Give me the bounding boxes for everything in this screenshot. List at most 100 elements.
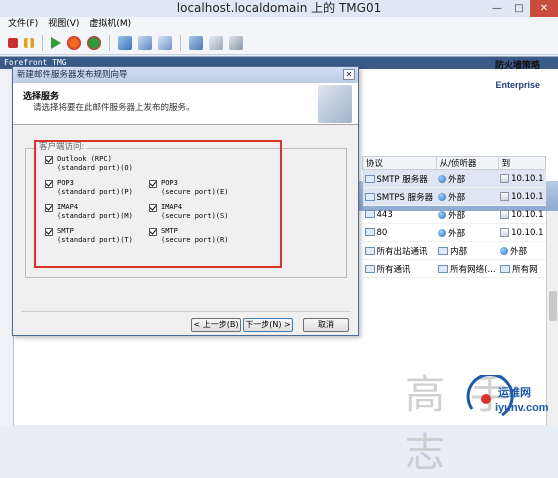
dialog-title: 新建邮件服务器发布规则向导 xyxy=(17,70,128,80)
protocol-icon xyxy=(364,209,375,218)
pause-icon[interactable] xyxy=(24,37,34,48)
watermark-url: iyunv.com xyxy=(495,402,549,414)
cell-to: 10.10.1 xyxy=(498,205,546,224)
destination-icon xyxy=(500,173,510,183)
checkbox-smtp-secure[interactable]: SMTP (secure port)(R) xyxy=(149,227,228,245)
wizard-banner-icon xyxy=(318,85,352,123)
window-title: localhost.localdomain 上的 TMG01 xyxy=(176,1,382,15)
cell-to: 10.10.1 xyxy=(498,169,546,188)
minimize-button[interactable]: — xyxy=(486,0,508,17)
protocol-label: 所有出站通讯 xyxy=(376,246,428,257)
protocol-label: 80 xyxy=(376,227,388,238)
dialog-titlebar: 新建邮件服务器发布规则向导 ✕ xyxy=(13,67,358,83)
menu-vm[interactable]: 虚拟机(M) xyxy=(89,17,131,31)
dialog-close-button[interactable]: ✕ xyxy=(343,69,355,80)
close-button[interactable]: ✕ xyxy=(530,0,558,17)
network-icon xyxy=(438,210,447,219)
menu-view[interactable]: 视图(V) xyxy=(48,17,79,31)
new-mail-server-publishing-wizard: 新建邮件服务器发布规则向导 ✕ 选择服务 请选择将要在此邮件服务器上发布的服务。… xyxy=(12,66,359,336)
table-row[interactable]: 443 外部 10.10.1 xyxy=(362,205,546,224)
from-label: 外部 xyxy=(448,228,466,239)
protocol-icon xyxy=(364,246,375,255)
checkbox-check-icon[interactable] xyxy=(45,228,53,236)
table-row[interactable]: SMTPS 服务器 外部 10.10.1 xyxy=(362,187,546,206)
scrollbar-thumb[interactable] xyxy=(549,291,557,321)
checkbox-port: (secure port)(R) xyxy=(161,236,229,244)
destination-icon xyxy=(500,209,510,219)
manage-snapshots-icon[interactable] xyxy=(158,35,172,50)
cell-from: 外部 xyxy=(436,223,499,242)
checkbox-pop3-secure[interactable]: POP3 (secure port)(E) xyxy=(149,179,228,197)
cell-from: 所有网络(... xyxy=(436,259,499,278)
cell-to: 10.10.1 xyxy=(498,187,546,206)
revert-icon[interactable] xyxy=(138,35,152,50)
snapshot-icon[interactable] xyxy=(118,35,132,50)
network-icon xyxy=(438,246,449,255)
from-label: 所有网络(... xyxy=(450,264,496,275)
next-button[interactable]: 下一步(N) > xyxy=(243,318,293,332)
network-icon xyxy=(438,174,447,183)
send-keys-icon[interactable] xyxy=(189,35,203,50)
cell-protocol: 所有出站通讯 xyxy=(362,241,437,260)
checkbox-check-icon[interactable] xyxy=(45,180,53,188)
network-icon xyxy=(438,228,447,237)
destination-icon xyxy=(500,191,510,201)
checkbox-port: (standard port)(T) xyxy=(57,236,133,244)
checkbox-check-icon[interactable] xyxy=(149,180,157,188)
back-button[interactable]: < 上一步(B) xyxy=(191,318,241,332)
to-label: 10.10.1 xyxy=(511,191,544,202)
checkbox-pop3-standard[interactable]: POP3 (standard port)(P) xyxy=(45,179,133,197)
checkbox-imap4-standard[interactable]: IMAP4 (standard port)(M) xyxy=(45,203,133,221)
toolbar-separator xyxy=(180,34,181,51)
from-label: 外部 xyxy=(448,192,466,203)
to-label: 10.10.1 xyxy=(511,173,544,184)
checkbox-port: (standard port)(M) xyxy=(57,212,133,220)
shutdown-icon[interactable] xyxy=(87,35,101,50)
table-row[interactable]: 80 外部 10.10.1 xyxy=(362,223,546,242)
column-header-to[interactable]: 到 xyxy=(497,156,547,170)
cell-protocol: SMTP 服务器 xyxy=(362,169,437,188)
checkbox-imap4-secure[interactable]: IMAP4 (secure port)(S) xyxy=(149,203,228,221)
cancel-button[interactable]: 取消 xyxy=(303,318,349,332)
page-subtitle: 请选择将要在此邮件服务器上发布的服务。 xyxy=(33,103,195,113)
protocol-label: 443 xyxy=(376,209,393,220)
to-label: 所有网 xyxy=(512,264,538,275)
reset-icon[interactable] xyxy=(67,35,81,50)
protocol-label: 所有通讯 xyxy=(376,264,411,275)
network-icon xyxy=(438,192,447,201)
connect-icon[interactable] xyxy=(229,35,243,50)
network-icon xyxy=(438,264,449,273)
cell-to: 所有网 xyxy=(498,259,546,278)
protocol-label: SMTPS 服务器 xyxy=(376,192,434,203)
checkbox-check-icon[interactable] xyxy=(45,156,53,164)
rule-table: 协议 从/侦听器 到 SMTP 服务器 外部 10.10.1 SMTPS 服务器 外部 1… xyxy=(362,156,547,278)
policy-edition: Enterprise xyxy=(495,80,540,90)
column-header-from[interactable]: 从/侦听器 xyxy=(435,156,499,170)
table-row[interactable]: SMTP 服务器 外部 10.10.1 xyxy=(362,169,546,188)
checkbox-check-icon[interactable] xyxy=(45,204,53,212)
checkbox-smtp-standard[interactable]: SMTP (standard port)(T) xyxy=(45,227,133,245)
client-access-label: 客户端访问: xyxy=(37,140,87,152)
settings-icon[interactable] xyxy=(209,35,223,50)
cell-from: 外部 xyxy=(436,187,499,206)
menu-file[interactable]: 文件(F) xyxy=(8,17,38,31)
table-row[interactable]: 所有通讯 所有网络(... 所有网 xyxy=(362,259,546,278)
maximize-button[interactable]: □ xyxy=(508,0,530,17)
table-row[interactable]: 所有出站通讯 内部 外部 xyxy=(362,241,546,260)
column-header-protocol[interactable]: 协议 xyxy=(362,156,437,170)
from-label: 外部 xyxy=(448,210,466,221)
checkbox-label: IMAP4 xyxy=(57,203,79,211)
stop-icon[interactable] xyxy=(8,37,18,48)
play-icon[interactable] xyxy=(51,36,61,49)
window-titlebar: localhost.localdomain 上的 TMG01 — □ ✕ xyxy=(0,0,558,17)
to-label: 外部 xyxy=(510,246,528,257)
cell-to: 10.10.1 xyxy=(498,223,546,242)
cell-protocol: 所有通讯 xyxy=(362,259,437,278)
protocol-icon xyxy=(364,227,375,236)
checkbox-port: (standard port)(P) xyxy=(57,188,133,196)
protocol-icon xyxy=(364,192,375,201)
checkbox-check-icon[interactable] xyxy=(149,228,157,236)
toolbar xyxy=(0,31,558,55)
checkbox-check-icon[interactable] xyxy=(149,204,157,212)
checkbox-outlook-rpc[interactable]: Outlook (RPC) (standard port)(O) xyxy=(45,155,133,173)
